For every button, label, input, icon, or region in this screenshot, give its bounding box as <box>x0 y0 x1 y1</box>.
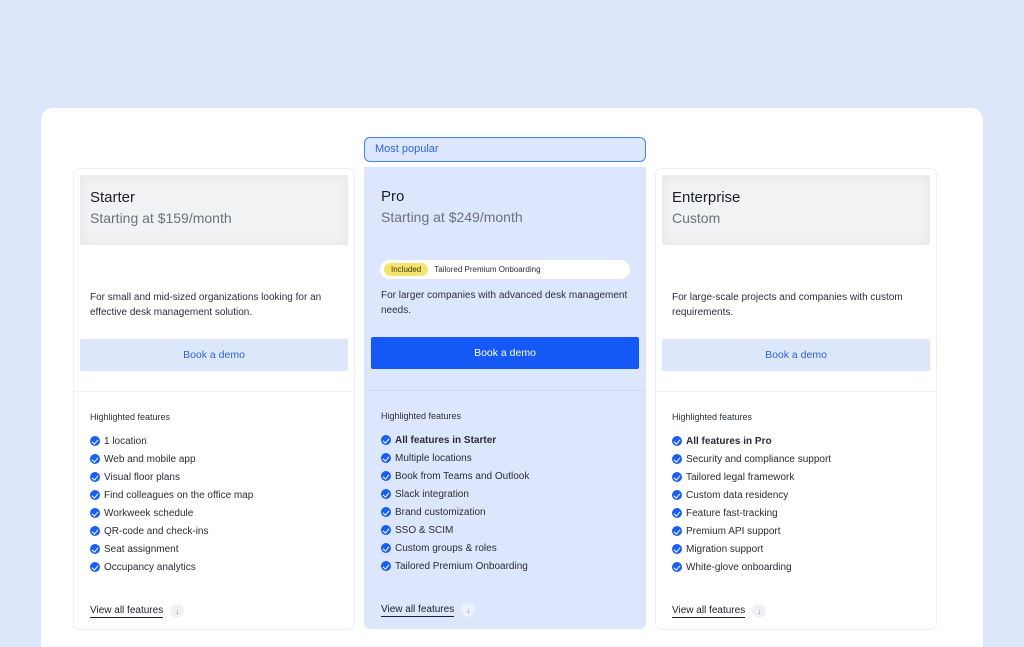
list-item: Premium API support <box>672 522 926 540</box>
list-item: Multiple locations <box>381 449 635 467</box>
feature-list: All features in Starter Multiple locatio… <box>381 431 635 575</box>
plan-header: Enterprise Custom <box>662 175 930 245</box>
list-item: White-glove onboarding <box>672 558 926 576</box>
plan-header: Pro Starting at $249/month <box>371 174 639 244</box>
arrow-down-icon: ↓ <box>170 604 185 618</box>
check-circle-icon <box>381 543 391 553</box>
check-circle-icon <box>90 526 100 536</box>
list-item: Feature fast-tracking <box>672 504 926 522</box>
list-item: Occupancy analytics <box>90 558 344 576</box>
check-circle-icon <box>381 561 391 571</box>
plan-name: Enterprise <box>672 189 741 206</box>
plan-price: Starting at $159/month <box>90 210 232 226</box>
list-item: Find colleagues on the office map <box>90 486 344 504</box>
list-item: Book from Teams and Outlook <box>381 467 635 485</box>
check-circle-icon <box>672 544 682 554</box>
arrow-down-icon: ↓ <box>752 604 767 618</box>
plan-description: For small and mid-sized organizations lo… <box>90 292 322 318</box>
plan-price: Custom <box>672 210 721 226</box>
check-circle-icon <box>672 490 682 500</box>
list-item: Seat assignment <box>90 540 344 558</box>
features-title: Highlighted features <box>672 412 753 422</box>
most-popular-badge: Most popular <box>364 137 646 162</box>
check-circle-icon <box>90 436 100 446</box>
check-circle-icon <box>90 544 100 554</box>
list-item: Slack integration <box>381 485 635 503</box>
plan-price: Starting at $249/month <box>381 209 523 225</box>
features-title: Highlighted features <box>90 412 171 422</box>
included-tag: Included <box>384 263 429 276</box>
list-item: Brand customization <box>381 503 635 521</box>
list-item: All features in Pro <box>672 432 926 450</box>
check-circle-icon <box>381 435 391 445</box>
divider <box>365 390 645 391</box>
divider <box>656 391 936 392</box>
plan-name: Pro <box>381 188 405 205</box>
plan-header: Starter Starting at $159/month <box>80 175 348 245</box>
plan-card-enterprise: Enterprise Custom For large-scale projec… <box>655 168 937 630</box>
plan-name: Starter <box>90 189 136 206</box>
check-circle-icon <box>672 472 682 482</box>
included-text: Tailored Premium Onboarding <box>434 265 541 274</box>
list-item: All features in Starter <box>381 431 635 449</box>
check-circle-icon <box>672 562 682 572</box>
divider <box>74 391 354 392</box>
plan-card-pro: Pro Starting at $249/month Included Tail… <box>364 167 646 629</box>
list-item: Workweek schedule <box>90 504 344 522</box>
arrow-down-icon: ↓ <box>461 603 476 617</box>
list-item: 1 location <box>90 432 344 450</box>
list-item: Security and compliance support <box>672 450 926 468</box>
list-item: Custom groups & roles <box>381 539 635 557</box>
list-item: Tailored legal framework <box>672 468 926 486</box>
check-circle-icon <box>672 436 682 446</box>
plan-description: For larger companies with advanced desk … <box>381 290 628 316</box>
check-circle-icon <box>381 453 391 463</box>
check-circle-icon <box>381 471 391 481</box>
list-item: Tailored Premium Onboarding <box>381 557 635 575</box>
check-circle-icon <box>381 489 391 499</box>
check-circle-icon <box>90 508 100 518</box>
view-all-features-link[interactable]: View all features ↓ <box>90 604 185 618</box>
book-demo-button[interactable]: Book a demo <box>371 337 639 369</box>
list-item: Custom data residency <box>672 486 926 504</box>
feature-list: 1 location Web and mobile app Visual flo… <box>90 432 344 576</box>
check-circle-icon <box>672 526 682 536</box>
features-title: Highlighted features <box>381 411 462 421</box>
view-all-features-link[interactable]: View all features ↓ <box>672 604 767 618</box>
list-item: Web and mobile app <box>90 450 344 468</box>
feature-list: All features in Pro Security and complia… <box>672 432 926 576</box>
book-demo-button[interactable]: Book a demo <box>662 339 930 371</box>
view-all-features-link[interactable]: View all features ↓ <box>381 603 476 617</box>
check-circle-icon <box>90 472 100 482</box>
check-circle-icon <box>672 508 682 518</box>
list-item: QR-code and check-ins <box>90 522 344 540</box>
book-demo-button[interactable]: Book a demo <box>80 339 348 371</box>
check-circle-icon <box>90 562 100 572</box>
plan-description: For large-scale projects and companies w… <box>672 292 903 318</box>
included-onboarding-pill: Included Tailored Premium Onboarding <box>380 260 630 279</box>
list-item: Migration support <box>672 540 926 558</box>
check-circle-icon <box>381 525 391 535</box>
list-item: SSO & SCIM <box>381 521 635 539</box>
plan-card-starter: Starter Starting at $159/month For small… <box>73 168 355 630</box>
check-circle-icon <box>90 454 100 464</box>
check-circle-icon <box>90 490 100 500</box>
list-item: Visual floor plans <box>90 468 344 486</box>
check-circle-icon <box>381 507 391 517</box>
check-circle-icon <box>672 454 682 464</box>
